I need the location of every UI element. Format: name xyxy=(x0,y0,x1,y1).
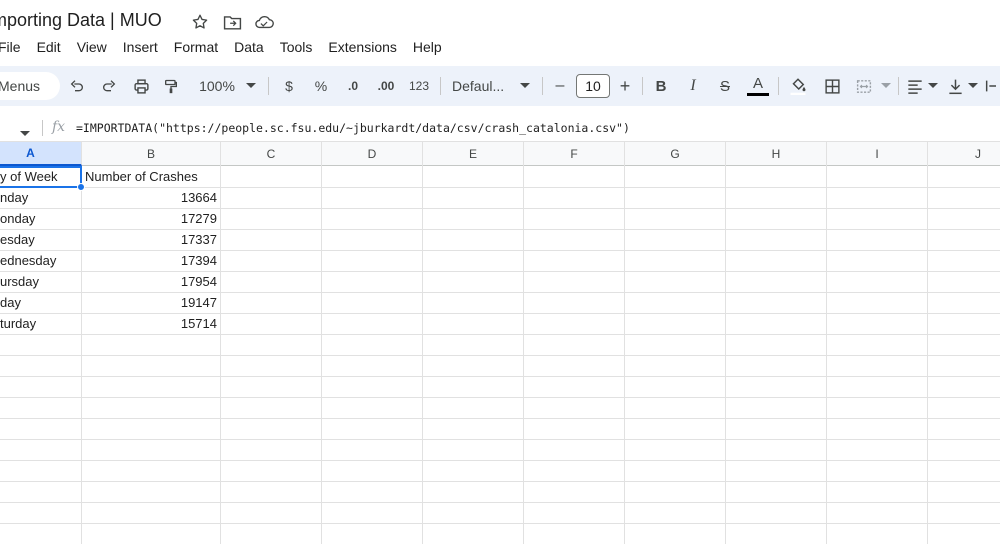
text-color-label: A xyxy=(752,75,763,92)
star-icon[interactable] xyxy=(190,12,210,32)
zoom-dropdown-icon[interactable] xyxy=(242,66,260,106)
text-color-swatch xyxy=(747,93,769,96)
increase-font-size-button[interactable]: + xyxy=(614,66,636,106)
column-header-row: A B C D E F G H I J xyxy=(0,142,1000,166)
column-header-f[interactable]: F xyxy=(524,142,625,166)
cell-a2[interactable]: nday xyxy=(0,187,80,208)
horizontal-align-icon[interactable] xyxy=(904,66,926,106)
cell-a7[interactable]: day xyxy=(0,292,80,313)
grid-line xyxy=(0,439,1000,440)
valign-dropdown-icon[interactable] xyxy=(966,66,980,106)
merge-dropdown-icon[interactable] xyxy=(878,66,894,106)
toolbar-divider xyxy=(440,77,441,95)
column-header-j[interactable]: J xyxy=(928,142,1000,166)
cell-b8[interactable]: 15714 xyxy=(85,313,217,334)
menu-bar: File Edit View Insert Format Data Tools … xyxy=(0,36,458,60)
cell-a6[interactable]: ursday xyxy=(0,271,80,292)
cell-b1[interactable]: Number of Crashes xyxy=(85,166,219,187)
column-header-c[interactable]: C xyxy=(221,142,322,166)
formula-divider xyxy=(42,120,43,136)
column-header-g[interactable]: G xyxy=(625,142,726,166)
grid-line xyxy=(0,460,1000,461)
grid-line xyxy=(0,334,1000,335)
cell-a3[interactable]: onday xyxy=(0,208,80,229)
number-format-button[interactable]: 123 xyxy=(406,66,432,106)
paint-format-icon[interactable] xyxy=(160,66,182,106)
merge-cells-icon[interactable] xyxy=(852,66,876,106)
menu-extensions[interactable]: Extensions xyxy=(328,36,396,60)
toolbar: Menus 100% $ % .0 .00 123 Defaul... – + … xyxy=(0,66,1000,106)
menu-edit[interactable]: Edit xyxy=(37,36,61,60)
cell-b6[interactable]: 17954 xyxy=(85,271,217,292)
document-title[interactable]: mporting Data | MUO xyxy=(0,10,162,31)
grid-line xyxy=(0,397,1000,398)
grid-line xyxy=(0,355,1000,356)
search-menus-button[interactable]: Menus xyxy=(0,72,60,100)
grid-line xyxy=(0,481,1000,482)
redo-icon[interactable] xyxy=(98,66,120,106)
toolbar-divider xyxy=(898,77,899,95)
print-icon[interactable] xyxy=(130,66,152,106)
formula-bar: fx =IMPORTDATA("https://people.sc.fsu.ed… xyxy=(0,114,1000,142)
column-header-d[interactable]: D xyxy=(322,142,423,166)
column-header-h[interactable]: H xyxy=(726,142,827,166)
cell-a5[interactable]: ednesday xyxy=(0,250,80,271)
increase-decimal-button[interactable]: .00 xyxy=(372,66,400,106)
font-dropdown-icon[interactable] xyxy=(516,66,534,106)
move-folder-icon[interactable] xyxy=(222,12,242,32)
cell-b2[interactable]: 13664 xyxy=(85,187,217,208)
grid-line xyxy=(0,376,1000,377)
text-color-button[interactable]: A xyxy=(746,66,770,106)
spreadsheet-grid[interactable]: A B C D E F G H I J y of Week nday onday… xyxy=(0,142,1000,544)
menu-view[interactable]: View xyxy=(77,36,107,60)
vertical-align-icon[interactable] xyxy=(944,66,966,106)
decrease-font-size-button[interactable]: – xyxy=(550,66,570,106)
column-header-i[interactable]: I xyxy=(827,142,928,166)
toolbar-divider xyxy=(542,77,543,95)
align-dropdown-icon[interactable] xyxy=(926,66,940,106)
column-header-a[interactable]: A xyxy=(0,142,82,166)
menu-help[interactable]: Help xyxy=(413,36,442,60)
zoom-select[interactable]: 100% xyxy=(194,66,240,106)
font-family-select[interactable]: Defaul... xyxy=(452,66,510,106)
name-box-dropdown-icon[interactable] xyxy=(20,124,30,142)
cell-b5[interactable]: 17394 xyxy=(85,250,217,271)
grid-line xyxy=(0,523,1000,524)
cell-b4[interactable]: 17337 xyxy=(85,229,217,250)
fill-handle[interactable] xyxy=(77,183,85,191)
font-size-input[interactable]: 10 xyxy=(576,74,610,98)
undo-icon[interactable] xyxy=(66,66,88,106)
cloud-status-icon[interactable] xyxy=(254,12,274,32)
currency-button[interactable]: $ xyxy=(278,66,300,106)
column-header-b[interactable]: B xyxy=(82,142,221,166)
text-wrap-icon[interactable] xyxy=(984,66,1000,106)
menu-file[interactable]: File xyxy=(0,36,21,60)
active-cell-selection xyxy=(0,166,82,188)
strikethrough-button[interactable]: S xyxy=(714,66,736,106)
borders-icon[interactable] xyxy=(820,66,844,106)
function-icon: fx xyxy=(52,119,66,135)
grid-line xyxy=(0,502,1000,503)
fill-color-icon[interactable] xyxy=(786,66,810,106)
cell-b3[interactable]: 17279 xyxy=(85,208,217,229)
column-header-e[interactable]: E xyxy=(423,142,524,166)
menu-data[interactable]: Data xyxy=(234,36,264,60)
bold-button[interactable]: B xyxy=(650,66,672,106)
decrease-decimal-button[interactable]: .0 xyxy=(340,66,366,106)
menu-insert[interactable]: Insert xyxy=(123,36,158,60)
title-bar: mporting Data | MUO xyxy=(0,0,1000,38)
toolbar-divider xyxy=(778,77,779,95)
cell-a4[interactable]: esday xyxy=(0,229,80,250)
toolbar-divider xyxy=(268,77,269,95)
toolbar-divider xyxy=(642,77,643,95)
italic-button[interactable]: I xyxy=(682,66,704,106)
cell-a8[interactable]: turday xyxy=(0,313,80,334)
menu-tools[interactable]: Tools xyxy=(280,36,313,60)
percent-button[interactable]: % xyxy=(310,66,332,106)
grid-line xyxy=(0,418,1000,419)
menu-format[interactable]: Format xyxy=(174,36,218,60)
formula-input[interactable]: =IMPORTDATA("https://people.sc.fsu.edu/~… xyxy=(76,121,630,135)
cell-b7[interactable]: 19147 xyxy=(85,292,217,313)
